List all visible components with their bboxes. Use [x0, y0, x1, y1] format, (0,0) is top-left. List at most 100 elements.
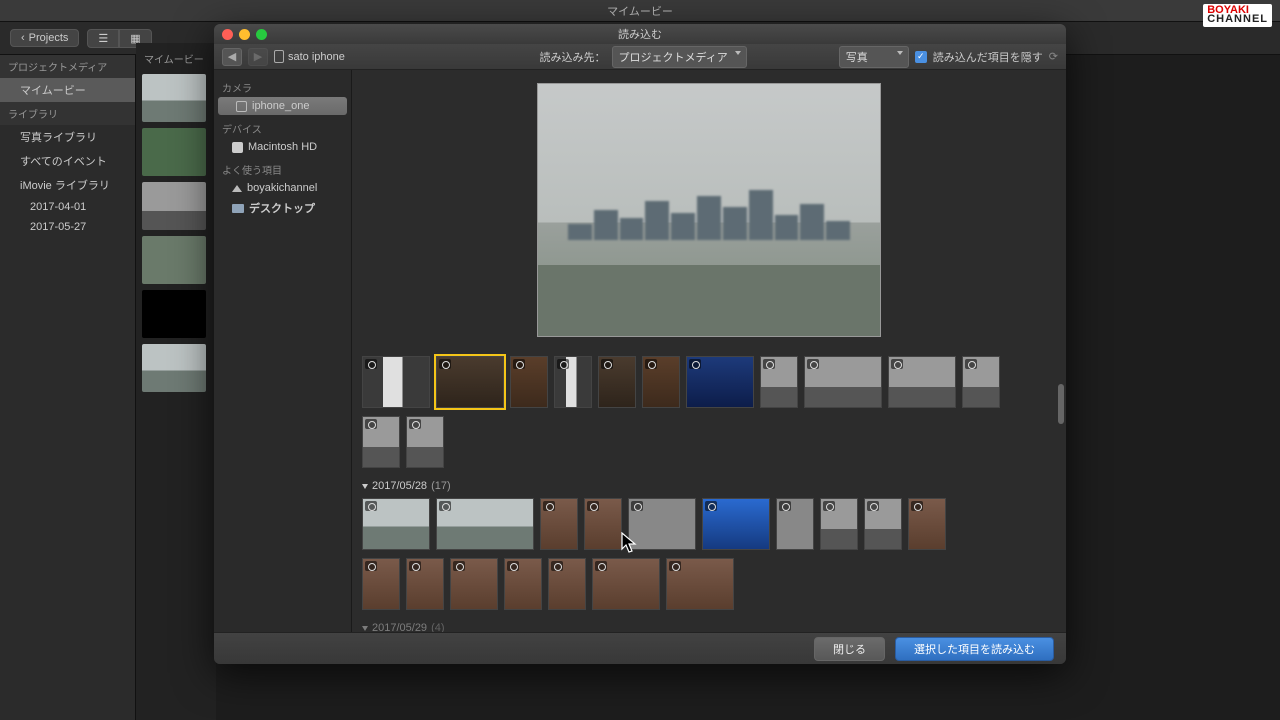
dialog-title: 読み込む — [214, 26, 1066, 42]
import-thumb[interactable] — [592, 558, 660, 610]
project-sidebar: プロジェクトメディア マイムービー ライブラリ 写真ライブラリ すべてのイベント… — [0, 55, 136, 720]
help-icon[interactable]: ⟳ — [1049, 50, 1058, 63]
camera-icon — [409, 561, 421, 571]
source-group: デバイス — [214, 115, 351, 138]
import-selected-button[interactable]: 選択した項目を読み込む — [895, 637, 1054, 661]
import-thumb[interactable] — [642, 356, 680, 408]
camera-icon — [645, 359, 657, 369]
import-thumb[interactable] — [686, 356, 754, 408]
scrollbar[interactable] — [1058, 384, 1064, 424]
source-group: よく使う項目 — [214, 156, 351, 179]
view-list-icon[interactable]: ☰ — [87, 29, 119, 48]
import-thumb[interactable] — [362, 356, 430, 408]
import-thumb[interactable] — [362, 416, 400, 468]
import-thumb[interactable] — [962, 356, 1000, 408]
media-thumb[interactable] — [142, 344, 206, 392]
import-thumb[interactable] — [804, 356, 882, 408]
camera-icon — [453, 561, 465, 571]
camera-icon — [507, 561, 519, 571]
import-thumb[interactable] — [666, 558, 734, 610]
media-thumb[interactable] — [142, 74, 206, 122]
import-thumb[interactable] — [450, 558, 498, 610]
import-thumb[interactable] — [598, 356, 636, 408]
breadcrumb[interactable]: sato iphone — [274, 50, 345, 63]
import-thumb[interactable] — [406, 558, 444, 610]
sidebar-item[interactable]: 2017-04-01 — [0, 197, 135, 217]
nav-back-icon[interactable]: ◀ — [222, 48, 242, 66]
source-item-drive[interactable]: Macintosh HD — [214, 138, 351, 156]
camera-icon — [823, 501, 835, 511]
sidebar-item[interactable]: 2017-05-27 — [0, 217, 135, 237]
import-thumb[interactable] — [908, 498, 946, 550]
camera-icon — [965, 359, 977, 369]
camera-icon — [763, 359, 775, 369]
app-titlebar: マイムービー — [0, 0, 1280, 22]
source-group: カメラ — [214, 74, 351, 97]
device-icon — [274, 50, 284, 63]
source-item-home[interactable]: boyakichannel — [214, 179, 351, 197]
nav-forward-icon[interactable]: ▶ — [248, 48, 268, 66]
close-button[interactable]: 閉じる — [814, 637, 885, 661]
media-thumb[interactable] — [142, 290, 206, 338]
import-thumb[interactable] — [436, 356, 504, 408]
import-thumb[interactable] — [548, 558, 586, 610]
sidebar-item-project[interactable]: マイムービー — [0, 78, 135, 102]
disclosure-icon — [362, 626, 368, 631]
media-thumb[interactable] — [142, 236, 206, 284]
source-sidebar: カメラ iphone_one デバイス Macintosh HD よく使う項目 … — [214, 70, 352, 632]
sidebar-item[interactable]: iMovie ライブラリ — [0, 173, 135, 197]
import-main-pane: 2017/05/28 (17) — [352, 70, 1066, 632]
dialog-titlebar[interactable]: 読み込む — [214, 24, 1066, 44]
import-thumb[interactable] — [702, 498, 770, 550]
import-thumb[interactable] — [540, 498, 578, 550]
camera-icon — [543, 501, 555, 511]
import-thumb[interactable] — [554, 356, 592, 408]
thumbnail-grid[interactable]: 2017/05/28 (17) — [352, 350, 1066, 632]
import-thumb[interactable] — [776, 498, 814, 550]
import-thumb[interactable] — [406, 416, 444, 468]
media-strip: マイムービー — [136, 43, 216, 720]
camera-icon — [891, 359, 903, 369]
date-group-header[interactable]: 2017/05/28 (17) — [362, 476, 1056, 498]
import-thumb[interactable] — [510, 356, 548, 408]
import-to-dropdown[interactable]: プロジェクトメディア — [612, 46, 747, 68]
import-thumb[interactable] — [362, 498, 430, 550]
camera-icon — [779, 501, 791, 511]
import-thumb[interactable] — [888, 356, 956, 408]
date-group-header[interactable]: 2017/05/29 (4) — [362, 618, 1056, 632]
camera-icon — [365, 419, 377, 429]
import-thumb[interactable] — [760, 356, 798, 408]
dialog-toolbar: ◀ ▶ sato iphone 読み込み先： プロジェクトメディア 写真 ✓ 読… — [214, 44, 1066, 70]
preview-image — [537, 83, 881, 337]
import-thumb[interactable] — [820, 498, 858, 550]
media-thumb[interactable] — [142, 182, 206, 230]
import-thumb[interactable] — [628, 498, 696, 550]
preview-area — [352, 70, 1066, 350]
back-button[interactable]: ‹ Projects — [10, 29, 79, 47]
import-thumb[interactable] — [362, 558, 400, 610]
inspector-panel — [1080, 55, 1280, 720]
hide-imported-checkbox[interactable]: ✓ — [915, 51, 927, 63]
sidebar-item[interactable]: 写真ライブラリ — [0, 125, 135, 149]
camera-icon — [807, 359, 819, 369]
camera-icon — [365, 501, 377, 511]
sidebar-item[interactable]: すべてのイベント — [0, 149, 135, 173]
camera-icon — [587, 501, 599, 511]
camera-icon — [689, 359, 701, 369]
source-item-camera[interactable]: iphone_one — [218, 97, 347, 115]
import-thumb[interactable] — [584, 498, 622, 550]
import-thumb[interactable] — [504, 558, 542, 610]
media-filter-dropdown[interactable]: 写真 — [839, 46, 909, 68]
camera-icon — [409, 419, 421, 429]
media-thumb[interactable] — [142, 128, 206, 176]
strip-label: マイムービー — [142, 49, 210, 68]
import-thumb[interactable] — [864, 498, 902, 550]
camera-icon — [601, 359, 613, 369]
import-thumb[interactable] — [436, 498, 534, 550]
channel-logo: BOYAKI CHANNEL — [1203, 4, 1272, 27]
camera-icon — [911, 501, 923, 511]
camera-icon — [551, 561, 563, 571]
camera-icon — [365, 561, 377, 571]
source-item-desktop[interactable]: デスクトップ — [214, 197, 351, 219]
camera-icon — [631, 501, 643, 511]
